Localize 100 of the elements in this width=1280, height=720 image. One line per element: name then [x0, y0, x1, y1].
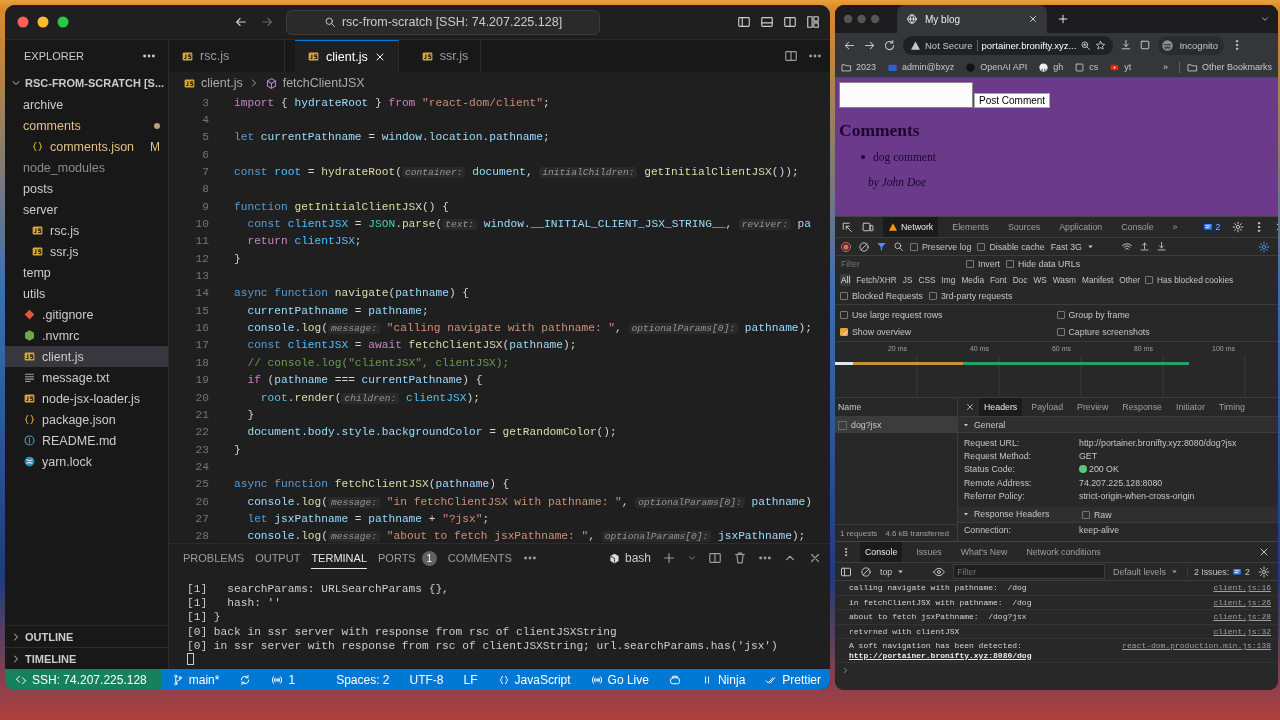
- new-tab-icon[interactable]: [1057, 13, 1069, 25]
- bookmark[interactable]: cs: [1074, 61, 1099, 73]
- network-conditions-icon[interactable]: [1120, 240, 1133, 253]
- detail-tab[interactable]: Timing: [1213, 398, 1250, 416]
- customize-layout-icon[interactable]: [806, 15, 820, 29]
- split-layout-icon[interactable]: [783, 15, 797, 29]
- tree-item[interactable]: node_modules: [5, 157, 168, 178]
- address-bar[interactable]: Not Secure portainer.bronifty.xyz...: [903, 35, 1114, 55]
- checkbox[interactable]: Raw: [1082, 509, 1278, 521]
- settings-icon[interactable]: [1258, 565, 1270, 578]
- bookmark[interactable]: admin@bxyz: [887, 61, 955, 73]
- clear-icon[interactable]: [858, 240, 870, 253]
- panel-tab[interactable]: COMMENTS: [447, 547, 512, 569]
- status-item[interactable]: Spaces: 2: [327, 669, 399, 690]
- back-icon[interactable]: [234, 15, 248, 29]
- tree-item[interactable]: README.md: [5, 430, 168, 451]
- close-icon[interactable]: [1028, 14, 1038, 24]
- upload-icon[interactable]: [1138, 241, 1150, 252]
- type-filter[interactable]: JS: [901, 274, 914, 286]
- bookmark[interactable]: 2023: [841, 61, 877, 73]
- sidebar-toggle-icon[interactable]: [737, 15, 751, 29]
- editor-tab[interactable]: ssr.js: [408, 40, 482, 72]
- checkbox[interactable]: Hide data URLs: [1006, 259, 1081, 269]
- panel-tab[interactable]: PORTS 1: [378, 547, 437, 569]
- eye-icon[interactable]: [933, 565, 946, 578]
- sidebar-icon[interactable]: [840, 565, 852, 578]
- split-icon[interactable]: [708, 551, 722, 565]
- checkbox[interactable]: Preserve log: [910, 241, 972, 252]
- tree-item[interactable]: .nvmrc: [5, 325, 168, 346]
- bookmark[interactable]: gh: [1038, 61, 1064, 73]
- checkbox[interactable]: 3rd-party requests: [928, 291, 1013, 301]
- panel-tab[interactable]: PROBLEMS: [183, 547, 245, 569]
- profile-button[interactable]: Incognito: [1158, 35, 1224, 55]
- search-icon[interactable]: [893, 241, 904, 252]
- tree-item[interactable]: comments: [5, 115, 168, 136]
- browser-tab[interactable]: My blog: [897, 5, 1047, 33]
- star-icon[interactable]: [1095, 39, 1107, 51]
- project-folder-header[interactable]: RSC-FROM-SCRATCH [S...: [5, 72, 168, 94]
- status-item[interactable]: Ninja: [691, 669, 755, 690]
- panel-tab[interactable]: OUTPUT: [255, 547, 301, 569]
- filter-field[interactable]: Filter: [953, 564, 1106, 579]
- status-item[interactable]: SSH: 74.207.225.128: [5, 669, 161, 690]
- type-filter[interactable]: Other: [1118, 274, 1142, 286]
- checkbox[interactable]: Use large request rows: [840, 306, 1057, 323]
- tree-item[interactable]: client.js: [5, 346, 168, 367]
- detail-tab[interactable]: Preview: [1072, 398, 1114, 416]
- type-filter[interactable]: All: [840, 274, 852, 286]
- tree-item[interactable]: yarn.lock: [5, 451, 168, 472]
- record-icon[interactable]: [840, 240, 852, 253]
- settings-icon[interactable]: [1258, 240, 1270, 253]
- devtools-tab[interactable]: Elements: [947, 217, 994, 237]
- drawer-tab[interactable]: Network conditions: [1021, 542, 1106, 562]
- source-link[interactable]: client.js:32: [1213, 626, 1271, 636]
- download-icon[interactable]: [1155, 241, 1167, 252]
- bookmark[interactable]: yt: [1109, 61, 1132, 73]
- checkbox[interactable]: Disable cache: [977, 241, 1045, 252]
- drawer-tab[interactable]: Issues: [911, 542, 947, 562]
- devtools-tab[interactable]: Network: [883, 217, 939, 237]
- tree-item[interactable]: temp: [5, 262, 168, 283]
- settings-icon[interactable]: [1232, 221, 1245, 233]
- drawer-tab[interactable]: Console: [860, 542, 903, 562]
- detail-tab[interactable]: Response: [1117, 398, 1167, 416]
- tree-item[interactable]: package.json: [5, 409, 168, 430]
- checkbox[interactable]: Show overview: [840, 323, 1057, 340]
- context-dropdown[interactable]: top: [880, 566, 926, 577]
- type-filter[interactable]: Img: [940, 274, 957, 286]
- more-tabs-button[interactable]: »: [1167, 217, 1183, 237]
- device-toolbar-icon[interactable]: [862, 221, 874, 233]
- more-bookmarks-button[interactable]: »: [1162, 62, 1168, 72]
- source-link[interactable]: client.js:28: [1213, 612, 1271, 622]
- comment-field[interactable]: [839, 82, 973, 108]
- issues-badge[interactable]: 2: [1200, 221, 1224, 233]
- post-comment-button[interactable]: Post Comment: [974, 93, 1051, 108]
- section-header[interactable]: General: [958, 417, 1278, 433]
- window-controls-icon[interactable]: [17, 16, 69, 28]
- detail-tab[interactable]: Headers: [979, 398, 1023, 416]
- checkbox[interactable]: Has blocked cookies: [1145, 275, 1234, 285]
- command-center[interactable]: rsc-from-scratch [SSH: 74.207.225.128]: [286, 9, 600, 35]
- issues-button[interactable]: 2 Issues: 2: [1186, 566, 1250, 577]
- devtools-tab[interactable]: Sources: [1002, 217, 1046, 237]
- section-header[interactable]: OUTLINE: [5, 625, 168, 647]
- terminal-selector[interactable]: bash: [607, 551, 651, 565]
- close-icon[interactable]: [965, 402, 975, 412]
- status-item[interactable]: Go Live: [581, 669, 658, 690]
- status-item[interactable]: main*: [162, 669, 229, 690]
- tree-item[interactable]: message.txt: [5, 367, 168, 388]
- status-item[interactable]: Prettier: [756, 669, 830, 690]
- inspect-icon[interactable]: [841, 221, 853, 233]
- zoom-icon[interactable]: [1080, 39, 1092, 51]
- reload-icon[interactable]: [883, 38, 896, 52]
- clear-icon[interactable]: [860, 565, 872, 578]
- editor-tab[interactable]: rsc.js: [169, 40, 285, 72]
- tree-item[interactable]: server: [5, 199, 168, 220]
- source-link[interactable]: client.js:26: [1213, 597, 1271, 607]
- levels-dropdown[interactable]: Default levels: [1113, 566, 1179, 577]
- tree-item[interactable]: posts: [5, 178, 168, 199]
- type-filter[interactable]: WS: [1032, 274, 1048, 286]
- type-filter[interactable]: Media: [960, 274, 985, 286]
- filter-icon[interactable]: [876, 241, 887, 252]
- tree-item[interactable]: utils: [5, 283, 168, 304]
